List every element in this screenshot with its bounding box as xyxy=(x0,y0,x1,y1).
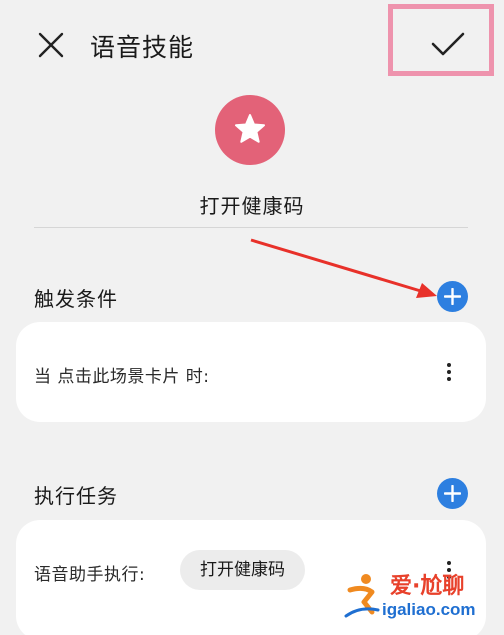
action-section-title: 执行任务 xyxy=(34,484,118,508)
trigger-card[interactable]: 当 点击此场景卡片 时: xyxy=(16,322,486,422)
trigger-section-title: 触发条件 xyxy=(34,287,118,311)
add-action-button[interactable] xyxy=(437,478,468,509)
page-title: 语音技能 xyxy=(90,33,195,62)
close-icon xyxy=(38,32,64,58)
action-label: 语音助手执行: xyxy=(34,565,146,585)
voice-skill-page: 语音技能 打开健康码 触发条件 当 点击此场景卡片 时: 执行任务 语音助手执行… xyxy=(0,0,504,635)
close-button[interactable] xyxy=(36,30,66,60)
action-chip[interactable]: 打开健康码 xyxy=(180,550,305,590)
plus-icon xyxy=(444,485,461,502)
confirm-button[interactable] xyxy=(388,4,494,76)
divider xyxy=(34,227,468,228)
trigger-condition-text: 当 点击此场景卡片 时: xyxy=(34,367,210,387)
plus-icon xyxy=(444,288,461,305)
watermark: 爱·尬聊 igaliao.com xyxy=(338,566,498,626)
skill-name[interactable]: 打开健康码 xyxy=(0,190,504,219)
add-trigger-button[interactable] xyxy=(437,281,468,312)
runner-logo-icon xyxy=(344,574,380,618)
check-icon xyxy=(431,32,465,56)
watermark-url: igaliao.com xyxy=(382,600,476,619)
skill-icon-button[interactable] xyxy=(215,95,285,165)
watermark-title: 爱·尬聊 xyxy=(390,574,465,599)
more-icon[interactable] xyxy=(444,360,454,386)
star-icon xyxy=(235,114,265,143)
